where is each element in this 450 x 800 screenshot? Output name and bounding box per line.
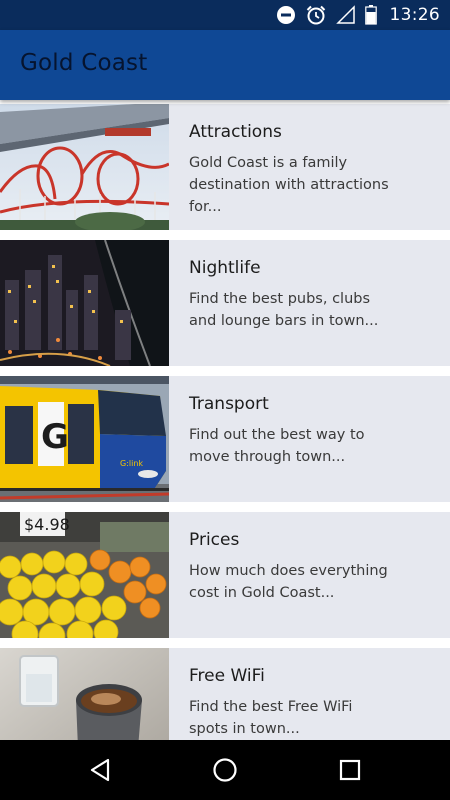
item-title: Free WiFi (189, 666, 265, 686)
list-item-free-wifi[interactable]: Free WiFi Find the best Free WiFi spots … (0, 648, 450, 740)
signal-icon (335, 5, 355, 24)
svg-text:G:link: G:link (120, 459, 143, 468)
coffee-cup-image (0, 648, 169, 740)
app-bar: Gold Coast (0, 30, 450, 100)
city-night-image (0, 240, 169, 366)
status-time: 13:26 (389, 5, 440, 25)
do-not-disturb-icon (276, 6, 295, 24)
item-title: Transport (189, 394, 269, 414)
fruit-market-image: $4.98 (0, 512, 169, 638)
recents-button[interactable] (335, 755, 365, 785)
item-description: How much does everything cost in Gold Co… (189, 563, 388, 601)
home-button[interactable] (210, 755, 240, 785)
list-item-attractions[interactable]: Attractions Gold Coast is a family desti… (0, 104, 450, 230)
status-bar: 13:26 (0, 0, 450, 30)
item-description: Find out the best way to move through to… (189, 427, 365, 465)
battery-icon (364, 5, 377, 25)
item-title: Nightlife (189, 258, 261, 278)
category-list[interactable]: Attractions Gold Coast is a family desti… (0, 100, 450, 740)
status-icons: 13:26 (276, 4, 441, 26)
list-item-transport[interactable]: G G:link Transport Find out the best way… (0, 376, 450, 502)
list-item-prices[interactable]: $4.98 Prices How much does everything co… (0, 512, 450, 638)
item-title: Prices (189, 530, 240, 550)
navigation-bar (0, 740, 450, 800)
home-icon (213, 758, 237, 782)
recents-icon (339, 759, 361, 781)
tram-image: G G:link (0, 376, 169, 502)
back-icon (90, 758, 110, 782)
back-button[interactable] (85, 755, 115, 785)
alarm-icon (306, 5, 325, 25)
item-description: Gold Coast is a family destination with … (189, 155, 389, 215)
svg-text:$4.98: $4.98 (24, 515, 70, 534)
item-description: Find the best pubs, clubs and lounge bar… (189, 291, 379, 329)
item-description: Find the best Free WiFi spots in town... (189, 699, 353, 737)
svg-text:G: G (41, 417, 69, 457)
page-title: Gold Coast (20, 50, 148, 76)
roller-coaster-image (0, 104, 169, 230)
list-item-nightlife[interactable]: Nightlife Find the best pubs, clubs and … (0, 240, 450, 366)
item-title: Attractions (189, 122, 282, 142)
